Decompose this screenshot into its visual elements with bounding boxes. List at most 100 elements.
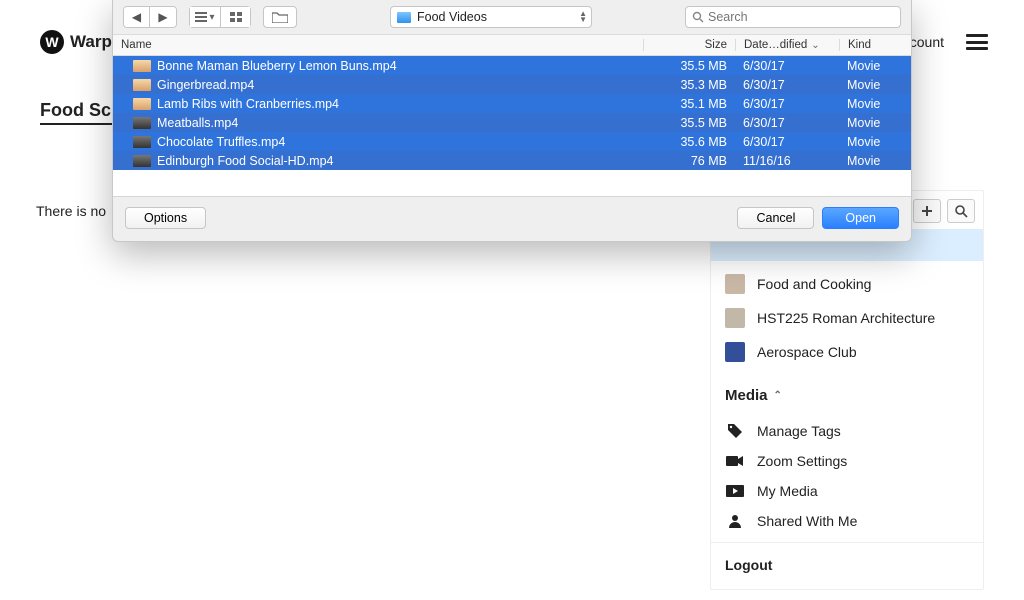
file-list-blank xyxy=(113,170,911,196)
file-row[interactable]: Edinburgh Food Social-HD.mp476 MB11/16/1… xyxy=(113,151,911,170)
video-file-icon xyxy=(133,98,151,110)
file-name: Meatballs.mp4 xyxy=(157,116,643,130)
open-button[interactable]: Open xyxy=(822,207,899,229)
updown-icon: ▲▼ xyxy=(579,11,587,23)
column-header-date[interactable]: Date…dified ⌄ xyxy=(735,39,839,51)
list-icon xyxy=(195,12,207,22)
grid-icon xyxy=(230,12,242,22)
search-input[interactable] xyxy=(708,10,894,24)
file-kind: Movie xyxy=(839,116,911,130)
channel-label: Aerospace Club xyxy=(757,344,857,360)
file-row[interactable]: Lamb Ribs with Cranberries.mp435.1 MB6/3… xyxy=(113,94,911,113)
dialog-search[interactable] xyxy=(685,6,901,28)
chevron-up-icon: ⌃ xyxy=(774,390,782,401)
file-size: 35.5 MB xyxy=(643,59,735,73)
media-label: Zoom Settings xyxy=(757,453,847,469)
file-kind: Movie xyxy=(839,78,911,92)
channel-item[interactable]: HST225 Roman Architecture xyxy=(711,301,983,335)
search-icon xyxy=(955,205,968,218)
file-kind: Movie xyxy=(839,135,911,149)
chevron-down-icon: ▾ xyxy=(209,12,214,23)
file-row[interactable]: Gingerbread.mp435.3 MB6/30/17Movie xyxy=(113,75,911,94)
file-kind: Movie xyxy=(839,59,911,73)
media-item-zoom[interactable]: Zoom Settings xyxy=(711,446,983,476)
channel-thumb xyxy=(725,274,745,294)
file-row[interactable]: Meatballs.mp435.5 MB6/30/17Movie xyxy=(113,113,911,132)
empty-state-text: There is no xyxy=(36,203,106,219)
channel-item[interactable]: Aerospace Club xyxy=(711,335,983,369)
search-button[interactable] xyxy=(947,199,975,223)
file-date: 6/30/17 xyxy=(735,116,839,130)
file-row[interactable]: Bonne Maman Blueberry Lemon Buns.mp435.5… xyxy=(113,56,911,75)
logout-link[interactable]: Logout xyxy=(711,542,983,589)
group-button[interactable] xyxy=(220,7,250,27)
file-size: 35.5 MB xyxy=(643,116,735,130)
person-icon xyxy=(725,514,745,528)
column-header-kind[interactable]: Kind xyxy=(839,39,911,51)
file-date: 11/16/16 xyxy=(735,154,839,168)
brand-name: Warp xyxy=(70,32,112,52)
media-item-my-media[interactable]: My Media xyxy=(711,476,983,506)
options-button[interactable]: Options xyxy=(125,207,206,229)
nav-back-forward: ◀ ▶ xyxy=(123,6,177,28)
file-row[interactable]: Chocolate Truffles.mp435.6 MB6/30/17Movi… xyxy=(113,132,911,151)
folder-icon xyxy=(397,12,411,23)
file-kind: Movie xyxy=(839,154,911,168)
nav-forward-button[interactable]: ▶ xyxy=(150,7,176,27)
view-mode-group: ▾ xyxy=(189,6,251,28)
list-view-button[interactable]: ▾ xyxy=(190,7,220,27)
file-date: 6/30/17 xyxy=(735,78,839,92)
file-size: 35.6 MB xyxy=(643,135,735,149)
file-size: 76 MB xyxy=(643,154,735,168)
media-item-shared[interactable]: Shared With Me xyxy=(711,506,983,536)
channel-item[interactable]: Food and Cooking xyxy=(711,267,983,301)
file-date: 6/30/17 xyxy=(735,135,839,149)
channel-thumb xyxy=(725,342,745,362)
video-file-icon xyxy=(133,60,151,72)
video-file-icon xyxy=(133,117,151,129)
channel-label: Food and Cooking xyxy=(757,276,871,292)
file-name: Lamb Ribs with Cranberries.mp4 xyxy=(157,97,643,111)
file-open-dialog: ◀ ▶ ▾ Food Videos ▲▼ Name Size Dat xyxy=(112,0,912,242)
nav-back-button[interactable]: ◀ xyxy=(124,7,150,27)
folder-path-label: Food Videos xyxy=(417,10,487,24)
brand: W Warp xyxy=(40,30,112,54)
video-file-icon xyxy=(133,136,151,148)
menu-icon[interactable] xyxy=(966,34,988,50)
file-name: Gingerbread.mp4 xyxy=(157,78,643,92)
file-kind: Movie xyxy=(839,97,911,111)
file-list: Bonne Maman Blueberry Lemon Buns.mp435.5… xyxy=(113,56,911,196)
new-folder-button[interactable] xyxy=(263,6,297,28)
channel-label: HST225 Roman Architecture xyxy=(757,310,935,326)
file-size: 35.3 MB xyxy=(643,78,735,92)
file-name: Chocolate Truffles.mp4 xyxy=(157,135,643,149)
column-header-size[interactable]: Size xyxy=(643,39,735,51)
file-date: 6/30/17 xyxy=(735,97,839,111)
column-header-name[interactable]: Name xyxy=(113,39,643,51)
media-label: Shared With Me xyxy=(757,513,857,529)
media-label: Manage Tags xyxy=(757,423,841,439)
sort-icon: ⌄ xyxy=(811,40,819,51)
right-sidebar: Food and Cooking HST225 Roman Architectu… xyxy=(710,190,984,590)
media-label: My Media xyxy=(757,483,818,499)
camera-icon xyxy=(725,455,745,467)
search-icon xyxy=(692,11,704,23)
file-name: Bonne Maman Blueberry Lemon Buns.mp4 xyxy=(157,59,643,73)
page-title: Food Sch xyxy=(40,100,122,125)
video-file-icon xyxy=(133,155,151,167)
folder-icon xyxy=(272,11,288,23)
tag-icon xyxy=(725,423,745,439)
file-size: 35.1 MB xyxy=(643,97,735,111)
file-date: 6/30/17 xyxy=(735,59,839,73)
file-name: Edinburgh Food Social-HD.mp4 xyxy=(157,154,643,168)
add-button[interactable] xyxy=(913,199,941,223)
channel-thumb xyxy=(725,308,745,328)
plus-icon xyxy=(921,205,933,217)
play-icon xyxy=(725,485,745,497)
folder-path-select[interactable]: Food Videos ▲▼ xyxy=(390,6,592,28)
brand-logo: W xyxy=(40,30,64,54)
media-section-header[interactable]: Media ⌃ xyxy=(711,375,983,410)
video-file-icon xyxy=(133,79,151,91)
media-item-tags[interactable]: Manage Tags xyxy=(711,416,983,446)
cancel-button[interactable]: Cancel xyxy=(737,207,814,229)
